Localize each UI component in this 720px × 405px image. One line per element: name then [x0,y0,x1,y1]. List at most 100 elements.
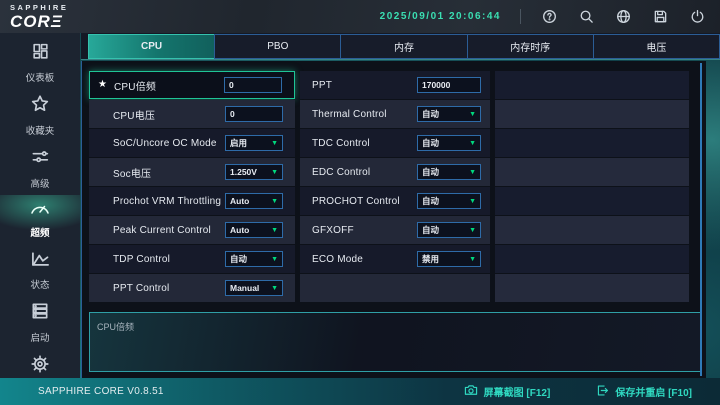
chart-icon [30,249,51,273]
sliders-icon [30,147,50,172]
setting-label: EDC Control [312,166,371,178]
app-version: SAPPHIRE CORE V0.8.51 [38,386,164,397]
footer-actions: 屏幕截图 [F12] 保存并重启 [F10] [464,384,692,400]
soc-voltage-dropdown[interactable]: 1.250V ▼ [225,164,283,180]
sidebar-item-status[interactable]: 状态 [0,244,80,296]
save-restart-button[interactable]: 保存并重启 [F10] [596,384,692,400]
sidebar-item-label: 高级 [30,179,50,190]
sidebar-item-dashboard[interactable]: 仪表板 [0,37,80,89]
setting-cell-tdc-control[interactable]: TDC Control 自动 ▼ [300,129,490,157]
setting-label: TDP Control [113,253,171,265]
sidebar-item-label: 状态 [30,280,50,291]
clock-timestamp: 2025/09/01 20:06:44 [379,11,501,22]
gauge-icon [29,200,51,221]
setting-label: Peak Current Control [113,224,211,236]
setting-cell-ppt[interactable]: PPT 170000▼ [300,71,490,99]
screenshot-button[interactable]: 屏幕截图 [F12] [464,384,550,399]
setting-cell-ppt-control[interactable]: ★ PPT Control Manual▼ [89,274,295,302]
setting-label: Thermal Control [312,108,387,120]
divider [520,9,521,24]
search-icon[interactable] [578,8,595,25]
dropdown-arrow-icon: ▼ [271,197,278,205]
tab-pbo[interactable]: PBO [214,34,341,59]
sidebar-item-label: 收藏夹 [25,126,55,137]
setting-label: CPU电压 [113,110,156,122]
empty-cell [495,71,689,99]
setting-cell-prochot-control[interactable]: PROCHOT Control 自动 ▼ [300,187,490,215]
setting-label: ECO Mode [312,253,364,265]
setting-label: PPT [312,79,333,91]
prochot-vrm-dropdown[interactable]: Auto ▼ [225,193,283,209]
dropdown-arrow-icon: ▼ [271,139,278,147]
dropdown-arrow-icon: ▼ [271,255,278,263]
setting-label: GFXOFF [312,224,354,236]
dropdown-arrow-icon: ▼ [469,110,476,118]
cpu-voltage-input[interactable]: 0▼ [225,106,283,122]
sidebar-item-advanced[interactable]: 高级 [0,142,80,195]
empty-cell [495,216,689,244]
scrollbar[interactable] [700,63,702,376]
tab-memory[interactable]: 内存 [340,34,467,59]
startup-list-icon [30,301,50,326]
setting-label: PROCHOT Control [312,195,400,207]
save-icon[interactable] [652,8,669,25]
tdc-control-dropdown[interactable]: 自动 ▼ [417,135,481,151]
app-window: SAPPHIRE CORΞ 2025/09/01 20:06:44 仪表板 收藏… [0,0,720,405]
setting-cell-peak-current[interactable]: ★ Peak Current Control Auto▼ [89,216,295,244]
dropdown-arrow-icon: ▼ [469,168,476,176]
setting-cell-tdp-control[interactable]: ★ TDP Control 自动▼ [89,245,295,273]
description-title: CPU倍频 [97,322,135,332]
setting-cell-edc-control[interactable]: EDC Control 自动 ▼ [300,158,490,186]
soc-uncore-oc-dropdown[interactable]: 启用 ▼ [225,135,283,151]
help-icon[interactable] [541,8,558,25]
footer-bar: SAPPHIRE CORE V0.8.51 屏幕截图 [F12] 保存并重启 [… [0,378,720,405]
dropdown-arrow-icon: ▼ [271,168,278,176]
top-bar: SAPPHIRE CORΞ 2025/09/01 20:06:44 [0,0,720,33]
sidebar-item-label: 启动 [30,333,50,344]
eco-mode-dropdown[interactable]: 禁用 ▼ [417,251,481,267]
setting-label: SoC/Uncore OC Mode [113,137,217,149]
peak-current-dropdown[interactable]: Auto ▼ [225,222,283,238]
empty-cell [495,129,689,157]
save-restart-button-label: 保存并重启 [F10] [615,388,692,399]
empty-setting-cell: ▼ [300,274,490,302]
setting-cell-gfxoff[interactable]: GFXOFF 自动 ▼ [300,216,490,244]
edc-control-dropdown[interactable]: 自动 ▼ [417,164,481,180]
sidebar-item-startup[interactable]: 启动 [0,296,80,349]
tdp-control-dropdown[interactable]: 自动 ▼ [225,251,283,267]
sidebar-item-overclock[interactable]: 超频 [0,195,80,244]
power-icon[interactable] [689,8,706,25]
description-panel: CPU倍频 [89,312,701,372]
tab-cpu[interactable]: CPU [88,34,215,59]
tab-voltage[interactable]: 电压 [592,34,720,59]
setting-label: Prochot VRM Throttling [113,195,222,207]
sidebar-item-label: 超频 [30,228,50,239]
gfxoff-dropdown[interactable]: 自动 ▼ [417,222,481,238]
favorite-star-icon[interactable]: ★ [98,80,107,90]
sidebar-item-favorites[interactable]: 收藏夹 [0,89,80,142]
setting-cell-soc-uncore-oc[interactable]: ★ SoC/Uncore OC Mode 启用▼ [89,129,295,157]
setting-cell-thermal-control[interactable]: Thermal Control 自动 ▼ [300,100,490,128]
setting-cell-cpu-ratio[interactable]: ★ CPU倍频 0▼ [89,71,295,99]
empty-cell [495,158,689,186]
ppt-control-dropdown[interactable]: Manual ▼ [225,280,283,296]
thermal-control-dropdown[interactable]: 自动 ▼ [417,106,481,122]
globe-icon[interactable] [615,8,632,25]
restart-exit-icon [596,384,609,400]
dropdown-arrow-icon: ▼ [271,226,278,234]
empty-cell [495,100,689,128]
logo-text-core: CORΞ [10,11,63,31]
cpu-ratio-input[interactable]: 0▼ [224,77,282,93]
tab-strip: CPU PBO 内存 内存时序 电压 [81,33,720,60]
tab-memory-timings[interactable]: 内存时序 [466,34,593,59]
setting-cell-eco-mode[interactable]: ECO Mode 禁用 ▼ [300,245,490,273]
prochot-control-dropdown[interactable]: 自动 ▼ [417,193,481,209]
setting-cell-soc-voltage[interactable]: ★ Soc电压 1.250V▼ [89,158,295,186]
empty-cell [495,187,689,215]
ppt-input[interactable]: 170000▼ [417,77,481,93]
setting-label: Soc电压 [113,168,152,180]
setting-cell-cpu-voltage[interactable]: ★ CPU电压 0▼ [89,100,295,128]
setting-cell-prochot-vrm[interactable]: ★ Prochot VRM Throttling Auto▼ [89,187,295,215]
setting-label: CPU倍频 [114,81,157,93]
sidebar: 仪表板 收藏夹 高级 超频 状态 启动 工具 [0,33,80,397]
